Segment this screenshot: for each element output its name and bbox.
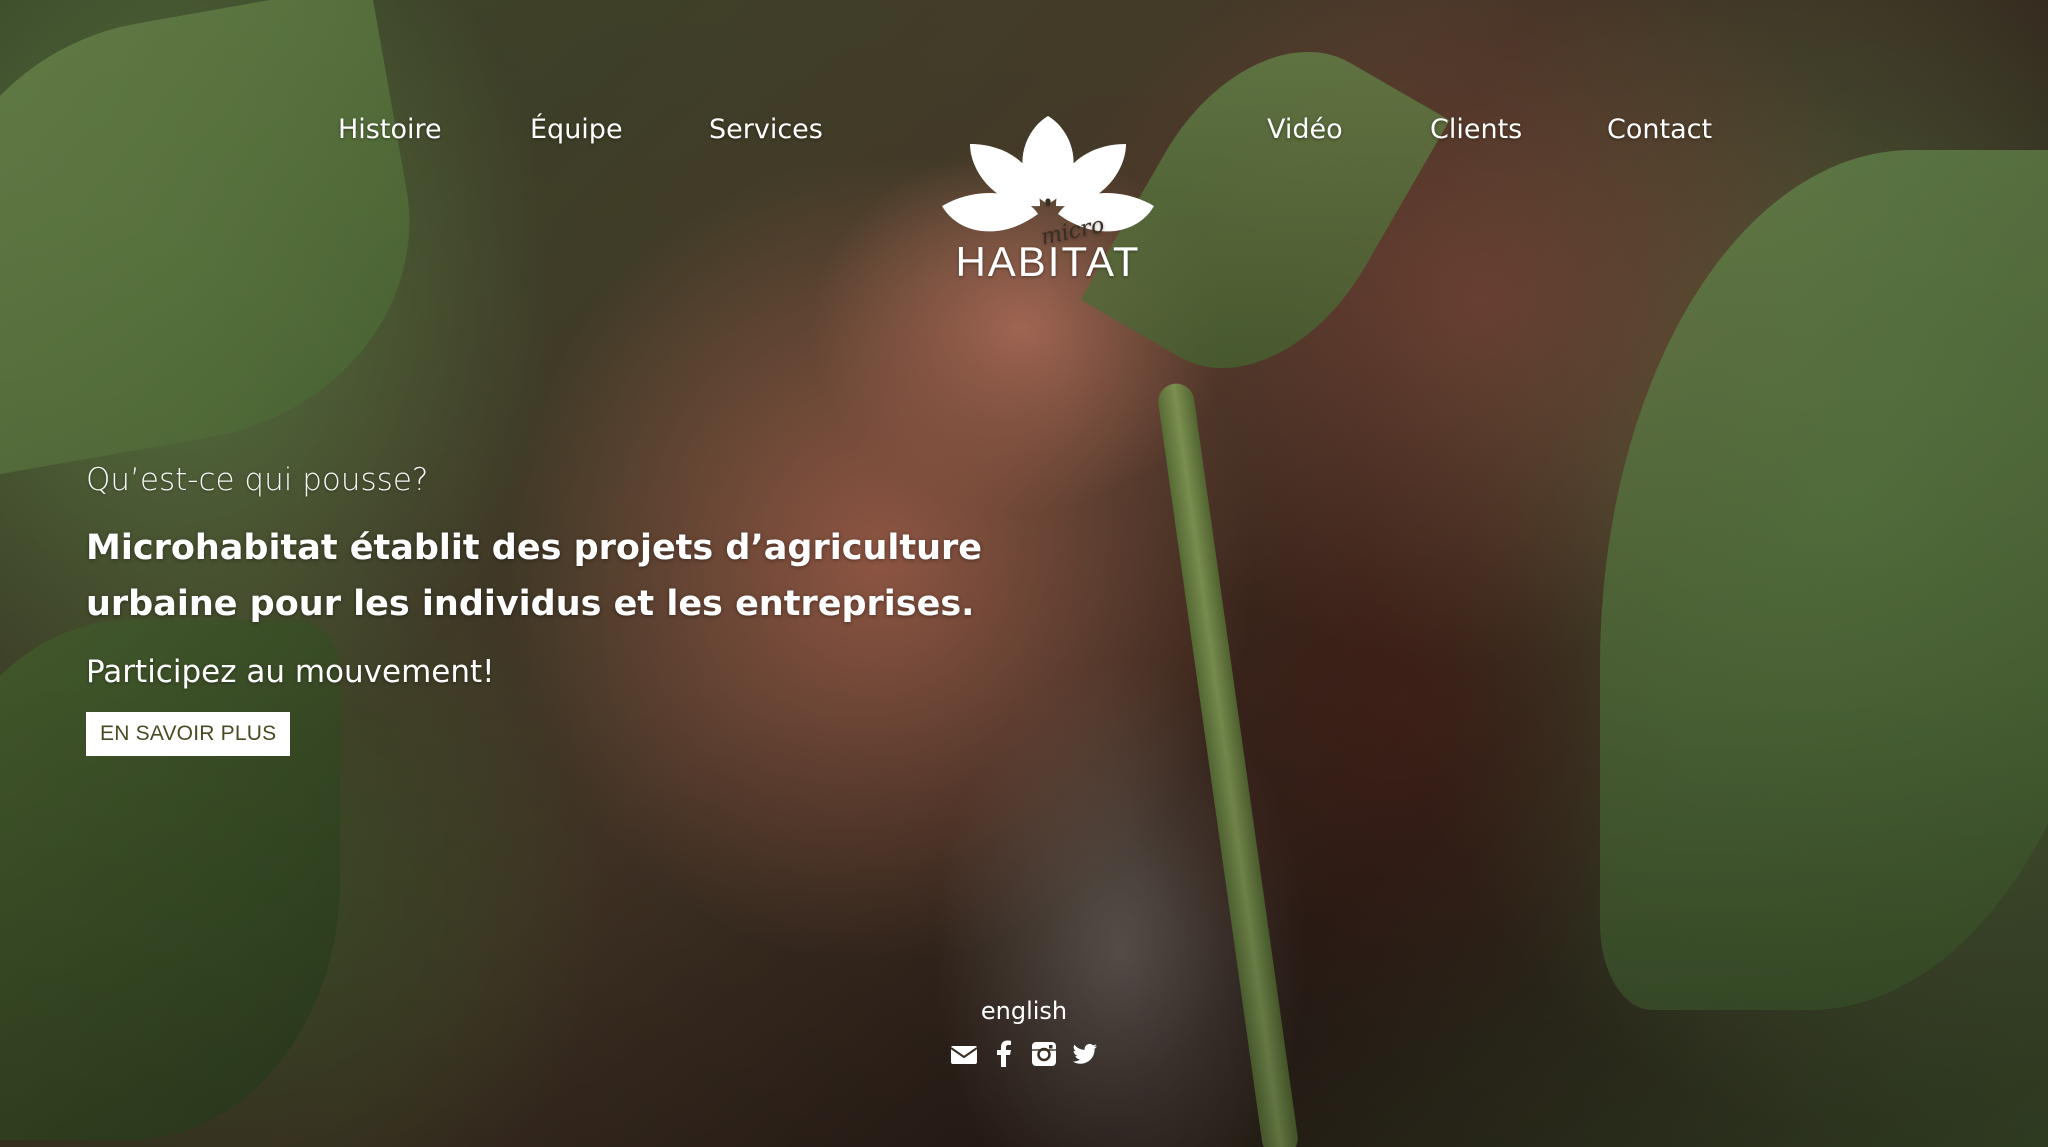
nav-item-clients[interactable]: Clients (1430, 114, 1522, 145)
logo[interactable]: micro HABITAT (940, 114, 1156, 285)
nav-item-histoire[interactable]: Histoire (338, 114, 442, 145)
nav-item-services[interactable]: Services (709, 114, 823, 145)
nav-item-equipe[interactable]: Équipe (530, 114, 623, 145)
envelope-icon[interactable] (950, 1040, 978, 1068)
social-links (950, 1040, 1098, 1068)
hero-cta-text: Participez au mouvement! (86, 654, 495, 690)
logo-wordmark: HABITAT (955, 238, 1140, 284)
nav-item-video[interactable]: Vidéo (1267, 114, 1343, 145)
hero-title: Microhabitat établit des projets d’agric… (86, 528, 983, 624)
logo-flower-icon: micro HABITAT (942, 116, 1154, 285)
language-switch-link[interactable]: english (0, 997, 2048, 1025)
nav-item-contact[interactable]: Contact (1607, 114, 1712, 145)
hero-kicker: Qu’est-ce qui pousse? (86, 462, 429, 498)
instagram-icon[interactable] (1030, 1040, 1058, 1068)
hero: Qu’est-ce qui pousse? Microhabitat établ… (86, 462, 1186, 756)
page: Histoire Équipe Services micro HABITAT V… (0, 0, 2048, 1147)
facebook-icon[interactable] (990, 1040, 1018, 1068)
twitter-icon[interactable] (1070, 1040, 1098, 1068)
learn-more-button[interactable]: EN SAVOIR PLUS (86, 712, 291, 756)
